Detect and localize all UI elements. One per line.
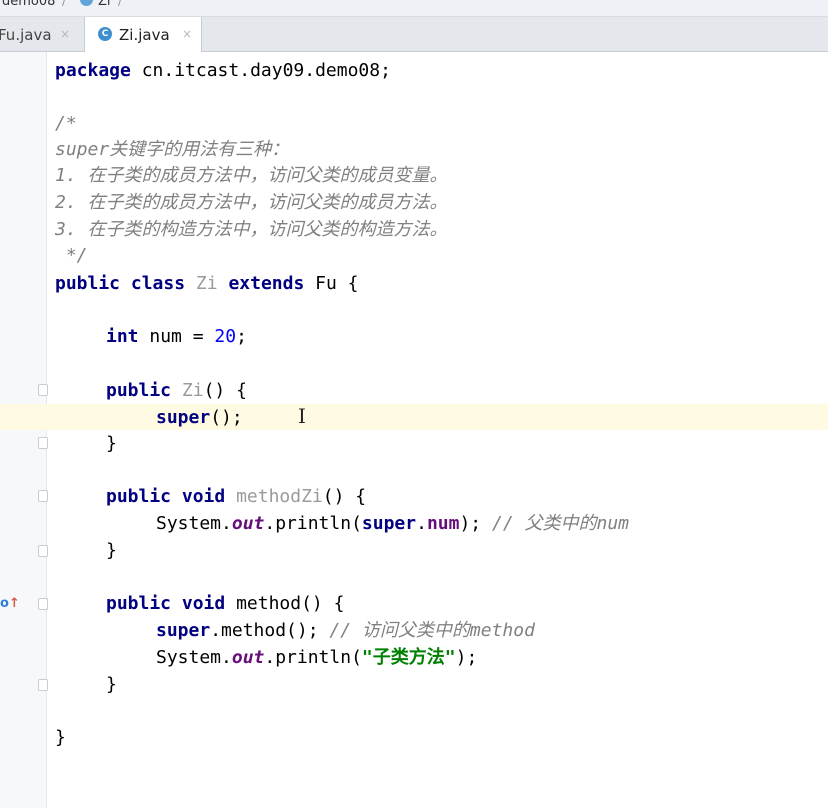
code-line-close-brace[interactable]: } bbox=[106, 434, 117, 454]
code-line-package[interactable]: package cn.itcast.day09.demo08; bbox=[55, 61, 391, 81]
breadcrumb: demo08 / Zi / bbox=[0, 0, 828, 17]
breadcrumb-separator: / bbox=[118, 0, 123, 9]
java-class-icon: C bbox=[98, 27, 112, 41]
code-line-super-call[interactable]: super(); bbox=[156, 408, 243, 428]
tab-fu-java[interactable]: Fu.java × bbox=[0, 17, 84, 51]
fold-icon[interactable] bbox=[38, 598, 48, 610]
code-line-field[interactable]: int num = 20; bbox=[106, 327, 247, 347]
close-icon[interactable]: × bbox=[60, 27, 70, 41]
code-line-method[interactable]: public void method() { bbox=[106, 594, 344, 614]
code-comment[interactable]: 2. 在子类的成员方法中，访问父类的成员方法。 bbox=[55, 193, 448, 213]
fold-icon[interactable] bbox=[38, 384, 48, 396]
code-comment[interactable]: */ bbox=[55, 246, 88, 266]
code-line-close-brace[interactable]: } bbox=[106, 675, 117, 695]
breadcrumb-folder[interactable]: demo08 bbox=[2, 0, 55, 9]
tab-label: Zi.java bbox=[119, 26, 170, 44]
text-cursor-icon: I bbox=[298, 404, 306, 428]
tab-label: Fu.java bbox=[0, 26, 52, 44]
code-line-println-super-num[interactable]: System.out.println(super.num); // 父类中的nu… bbox=[156, 514, 629, 534]
code-line-class-declaration[interactable]: public class Zi extends Fu { bbox=[55, 274, 358, 294]
override-method-icon[interactable]: o↑ bbox=[0, 596, 20, 611]
close-icon[interactable]: × bbox=[182, 27, 192, 41]
code-comment[interactable]: 1. 在子类的成员方法中，访问父类的成员变量。 bbox=[55, 166, 448, 186]
code-line-constructor[interactable]: public Zi() { bbox=[106, 381, 247, 401]
code-line-class-close[interactable]: } bbox=[55, 728, 66, 748]
code-line-close-brace[interactable]: } bbox=[106, 541, 117, 561]
code-comment[interactable]: super关键字的用法有三种： bbox=[55, 140, 289, 160]
breadcrumb-separator: / bbox=[62, 0, 67, 9]
fold-icon[interactable] bbox=[38, 437, 48, 449]
code-line-println-string[interactable]: System.out.println("子类方法"); bbox=[156, 648, 477, 668]
editor-tab-bar: Fu.java × C Zi.java × bbox=[0, 17, 828, 52]
fold-icon[interactable] bbox=[38, 490, 48, 502]
breadcrumb-file[interactable]: Zi bbox=[98, 0, 111, 9]
code-comment[interactable]: 3. 在子类的构造方法中，访问父类的构造方法。 bbox=[55, 220, 448, 240]
editor-gutter[interactable] bbox=[0, 52, 47, 808]
tab-zi-java[interactable]: C Zi.java × bbox=[84, 17, 202, 52]
code-line-super-method[interactable]: super.method(); // 访问父类中的method bbox=[156, 621, 535, 641]
fold-icon[interactable] bbox=[38, 545, 48, 557]
fold-icon[interactable] bbox=[38, 679, 48, 691]
code-line-method-zi[interactable]: public void methodZi() { bbox=[106, 487, 366, 507]
current-line-highlight bbox=[0, 404, 828, 430]
code-comment[interactable]: /* bbox=[55, 114, 77, 134]
class-icon bbox=[80, 0, 93, 6]
